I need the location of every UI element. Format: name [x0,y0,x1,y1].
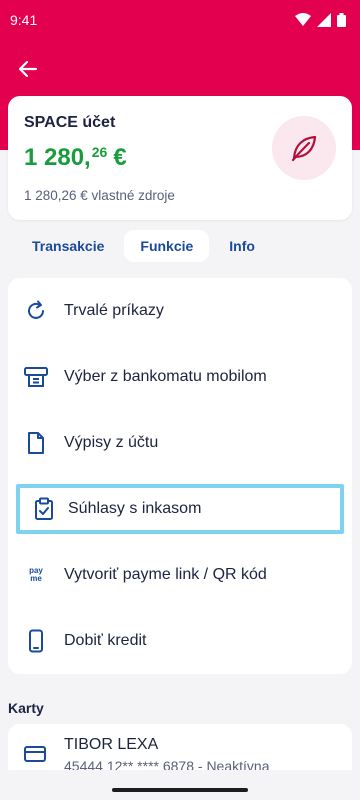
function-suhlasy-s-inkasom[interactable]: Súhlasy s inkasom [16,484,344,534]
function-label: Výpisy z účtu [64,434,159,451]
function-dobit-kredit[interactable]: Dobiť kredit [8,608,352,674]
function-label: Trvalé príkazy [64,302,164,319]
atm-icon [8,366,64,388]
function-label: Súhlasy s inkasom [68,500,202,517]
status-time: 9:41 [10,12,38,28]
clipboard-check-icon [20,497,68,521]
credit-card-icon [24,746,46,767]
tab-transakcie[interactable]: Transakcie [16,230,120,262]
account-name: SPACE účet [24,114,116,131]
back-button[interactable] [14,55,42,83]
document-icon [8,431,64,455]
refresh-icon [8,300,64,322]
phone-icon [8,629,64,653]
wifi-icon [295,13,311,26]
function-trvale-prikazy[interactable]: Trvalé príkazy [8,278,352,344]
balance-cents: 26 [91,144,108,160]
account-balance: 1 280, 26 € [24,144,127,172]
payme-icon-text-bottom: me [30,574,42,583]
tab-info[interactable]: Info [213,230,271,262]
own-funds: 1 280,26 € vlastné zdroje [24,188,175,203]
screen: 9:41 SPACE účet 1 280, 26 € 1 280,26 € v… [0,0,360,800]
status-icons [295,13,346,27]
balance-currency: € [113,144,127,171]
function-vyber-z-bankomatu[interactable]: Výber z bankomatu mobilom [8,344,352,410]
battery-icon [337,13,346,27]
gesture-nav-handle[interactable] [112,788,248,792]
status-bar: 9:41 [0,0,360,40]
function-payme-link[interactable]: pay me Vytvoriť payme link / QR kód [8,542,352,608]
account-card: SPACE účet 1 280, 26 € 1 280,26 € vlastn… [8,96,352,220]
signal-icon [317,13,331,27]
cards-section-title: Karty [8,700,44,716]
function-vypisy-z-uctu[interactable]: Výpisy z účtu [8,410,352,476]
tabs: Transakcie Funkcie Info [16,230,271,262]
tab-funkcie[interactable]: Funkcie [124,230,210,262]
function-label: Výber z bankomatu mobilom [64,368,267,385]
payme-icon: pay me [8,567,64,583]
card-holder: TIBOR LEXA [64,736,159,753]
function-label: Dobiť kredit [64,632,147,649]
account-icon [272,116,336,180]
arrow-left-icon [18,60,38,78]
function-label: Vytvoriť payme link / QR kód [64,566,267,583]
leaf-icon [291,135,317,162]
functions-list: Trvalé príkazy Výber z bankomatu mobilom [8,278,352,674]
bottom-area [0,770,360,800]
balance-whole: 1 280, [24,144,91,171]
